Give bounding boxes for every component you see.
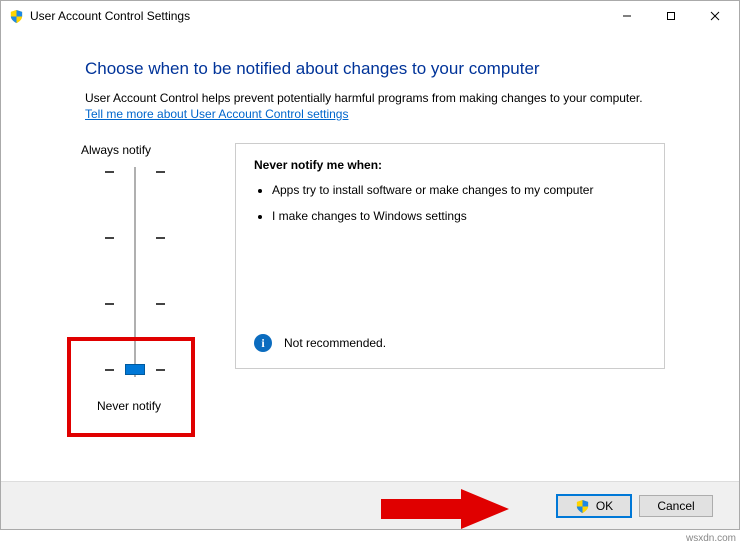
description-bullet: I make changes to Windows settings bbox=[272, 208, 646, 224]
content-area: Choose when to be notified about changes… bbox=[1, 31, 739, 377]
uac-shield-icon bbox=[575, 499, 588, 512]
slider-label-never-notify: Never notify bbox=[97, 399, 161, 413]
close-button[interactable] bbox=[693, 1, 737, 31]
titlebar: User Account Control Settings bbox=[1, 1, 739, 31]
cancel-button-label: Cancel bbox=[657, 499, 694, 513]
ok-button[interactable]: OK bbox=[557, 495, 631, 517]
description-bullet: Apps try to install software or make cha… bbox=[272, 182, 646, 198]
ok-button-label: OK bbox=[596, 499, 613, 513]
watermark: wsxdn.com bbox=[686, 533, 736, 544]
description-panel: Never notify me when: Apps try to instal… bbox=[235, 143, 665, 369]
arrow-annotation bbox=[381, 487, 511, 523]
page-subtext: User Account Control helps prevent poten… bbox=[85, 91, 679, 105]
learn-more-link[interactable]: Tell me more about User Account Control … bbox=[85, 107, 348, 121]
dialog-button-bar: OK Cancel bbox=[1, 481, 739, 529]
recommendation-text: Not recommended. bbox=[284, 336, 386, 350]
notification-level-slider[interactable] bbox=[105, 167, 165, 377]
slider-label-always-notify: Always notify bbox=[81, 143, 195, 157]
description-title: Never notify me when: bbox=[254, 158, 646, 172]
maximize-button[interactable] bbox=[649, 1, 693, 31]
window-title: User Account Control Settings bbox=[30, 9, 190, 23]
uac-settings-window: User Account Control Settings Choose whe… bbox=[0, 0, 740, 530]
info-icon: i bbox=[254, 334, 272, 352]
page-heading: Choose when to be notified about changes… bbox=[85, 59, 679, 79]
uac-shield-icon bbox=[9, 9, 24, 24]
slider-column: Always notify bbox=[85, 143, 195, 377]
slider-thumb[interactable] bbox=[125, 364, 145, 375]
cancel-button[interactable]: Cancel bbox=[639, 495, 713, 517]
minimize-button[interactable] bbox=[605, 1, 649, 31]
description-list: Apps try to install software or make cha… bbox=[272, 182, 646, 224]
